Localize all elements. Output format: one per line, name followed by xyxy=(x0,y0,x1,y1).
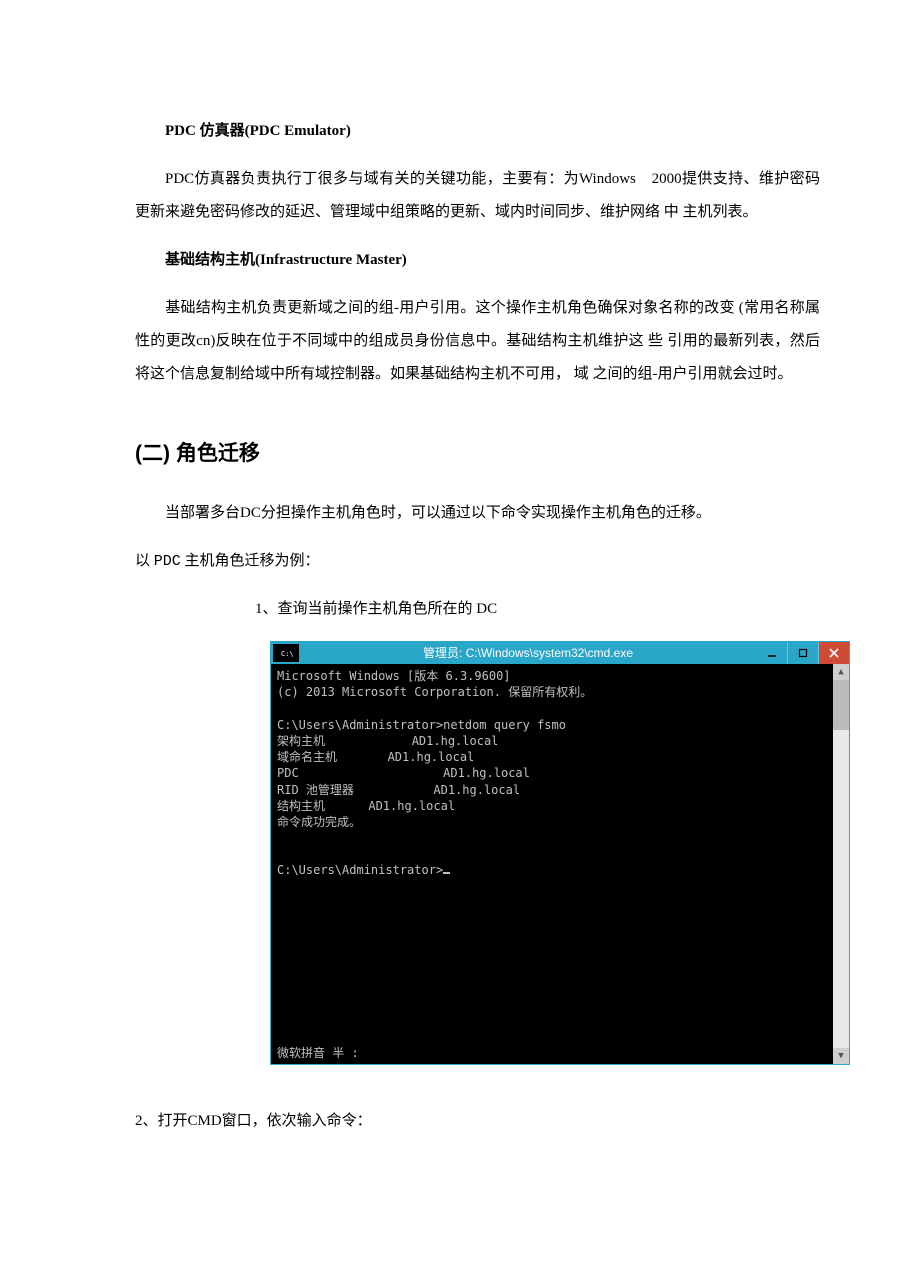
ime-status: 微软拼音 半 : xyxy=(277,1045,359,1061)
paragraph-pdc: PDC仿真器负责执行丁很多与域有关的关键功能，主要有：为Windows 2000… xyxy=(135,163,820,229)
scroll-thumb[interactable] xyxy=(833,680,849,730)
step-2: 2、打开CMD窗口，依次输入命令： xyxy=(135,1105,820,1138)
cursor-icon xyxy=(443,872,450,874)
cmd-title: 管理员: C:\Windows\system32\cmd.exe xyxy=(299,642,757,664)
cmd-icon: C:\ xyxy=(273,644,299,662)
scroll-down-icon[interactable]: ▼ xyxy=(833,1048,849,1064)
heading-infra: 基础结构主机(Infrastructure Master) xyxy=(135,244,820,277)
cmd-titlebar[interactable]: C:\ 管理员: C:\Windows\system32\cmd.exe xyxy=(271,642,849,664)
scrollbar[interactable]: ▲ ▼ xyxy=(833,664,849,1064)
minimize-button[interactable] xyxy=(757,642,787,664)
scroll-up-icon[interactable]: ▲ xyxy=(833,664,849,680)
paragraph-infra: 基础结构主机负责更新域之间的组-用户引用。这个操作主机角色确保对象名称的改变 (… xyxy=(135,292,820,391)
svg-text:C:\: C:\ xyxy=(281,650,293,658)
heading-pdc: PDC 仿真器(PDC Emulator) xyxy=(135,115,820,148)
step-1: 1、查询当前操作主机角色所在的 DC xyxy=(255,593,820,626)
cmd-window: C:\ 管理员: C:\Windows\system32\cmd.exe Mic… xyxy=(270,641,850,1065)
cmd-output[interactable]: Microsoft Windows [版本 6.3.9600] (c) 2013… xyxy=(271,664,833,1064)
paragraph-intro: 当部署多台DC分担操作主机角色时，可以通过以下命令实现操作主机角色的迁移。 xyxy=(135,497,820,530)
scroll-track[interactable] xyxy=(833,680,849,1048)
close-button[interactable] xyxy=(819,642,849,664)
paragraph-example: 以 PDC 主机角色迁移为例： xyxy=(135,545,820,578)
maximize-button[interactable] xyxy=(787,642,819,664)
section-heading: (二) 角色迁移 xyxy=(135,431,820,477)
